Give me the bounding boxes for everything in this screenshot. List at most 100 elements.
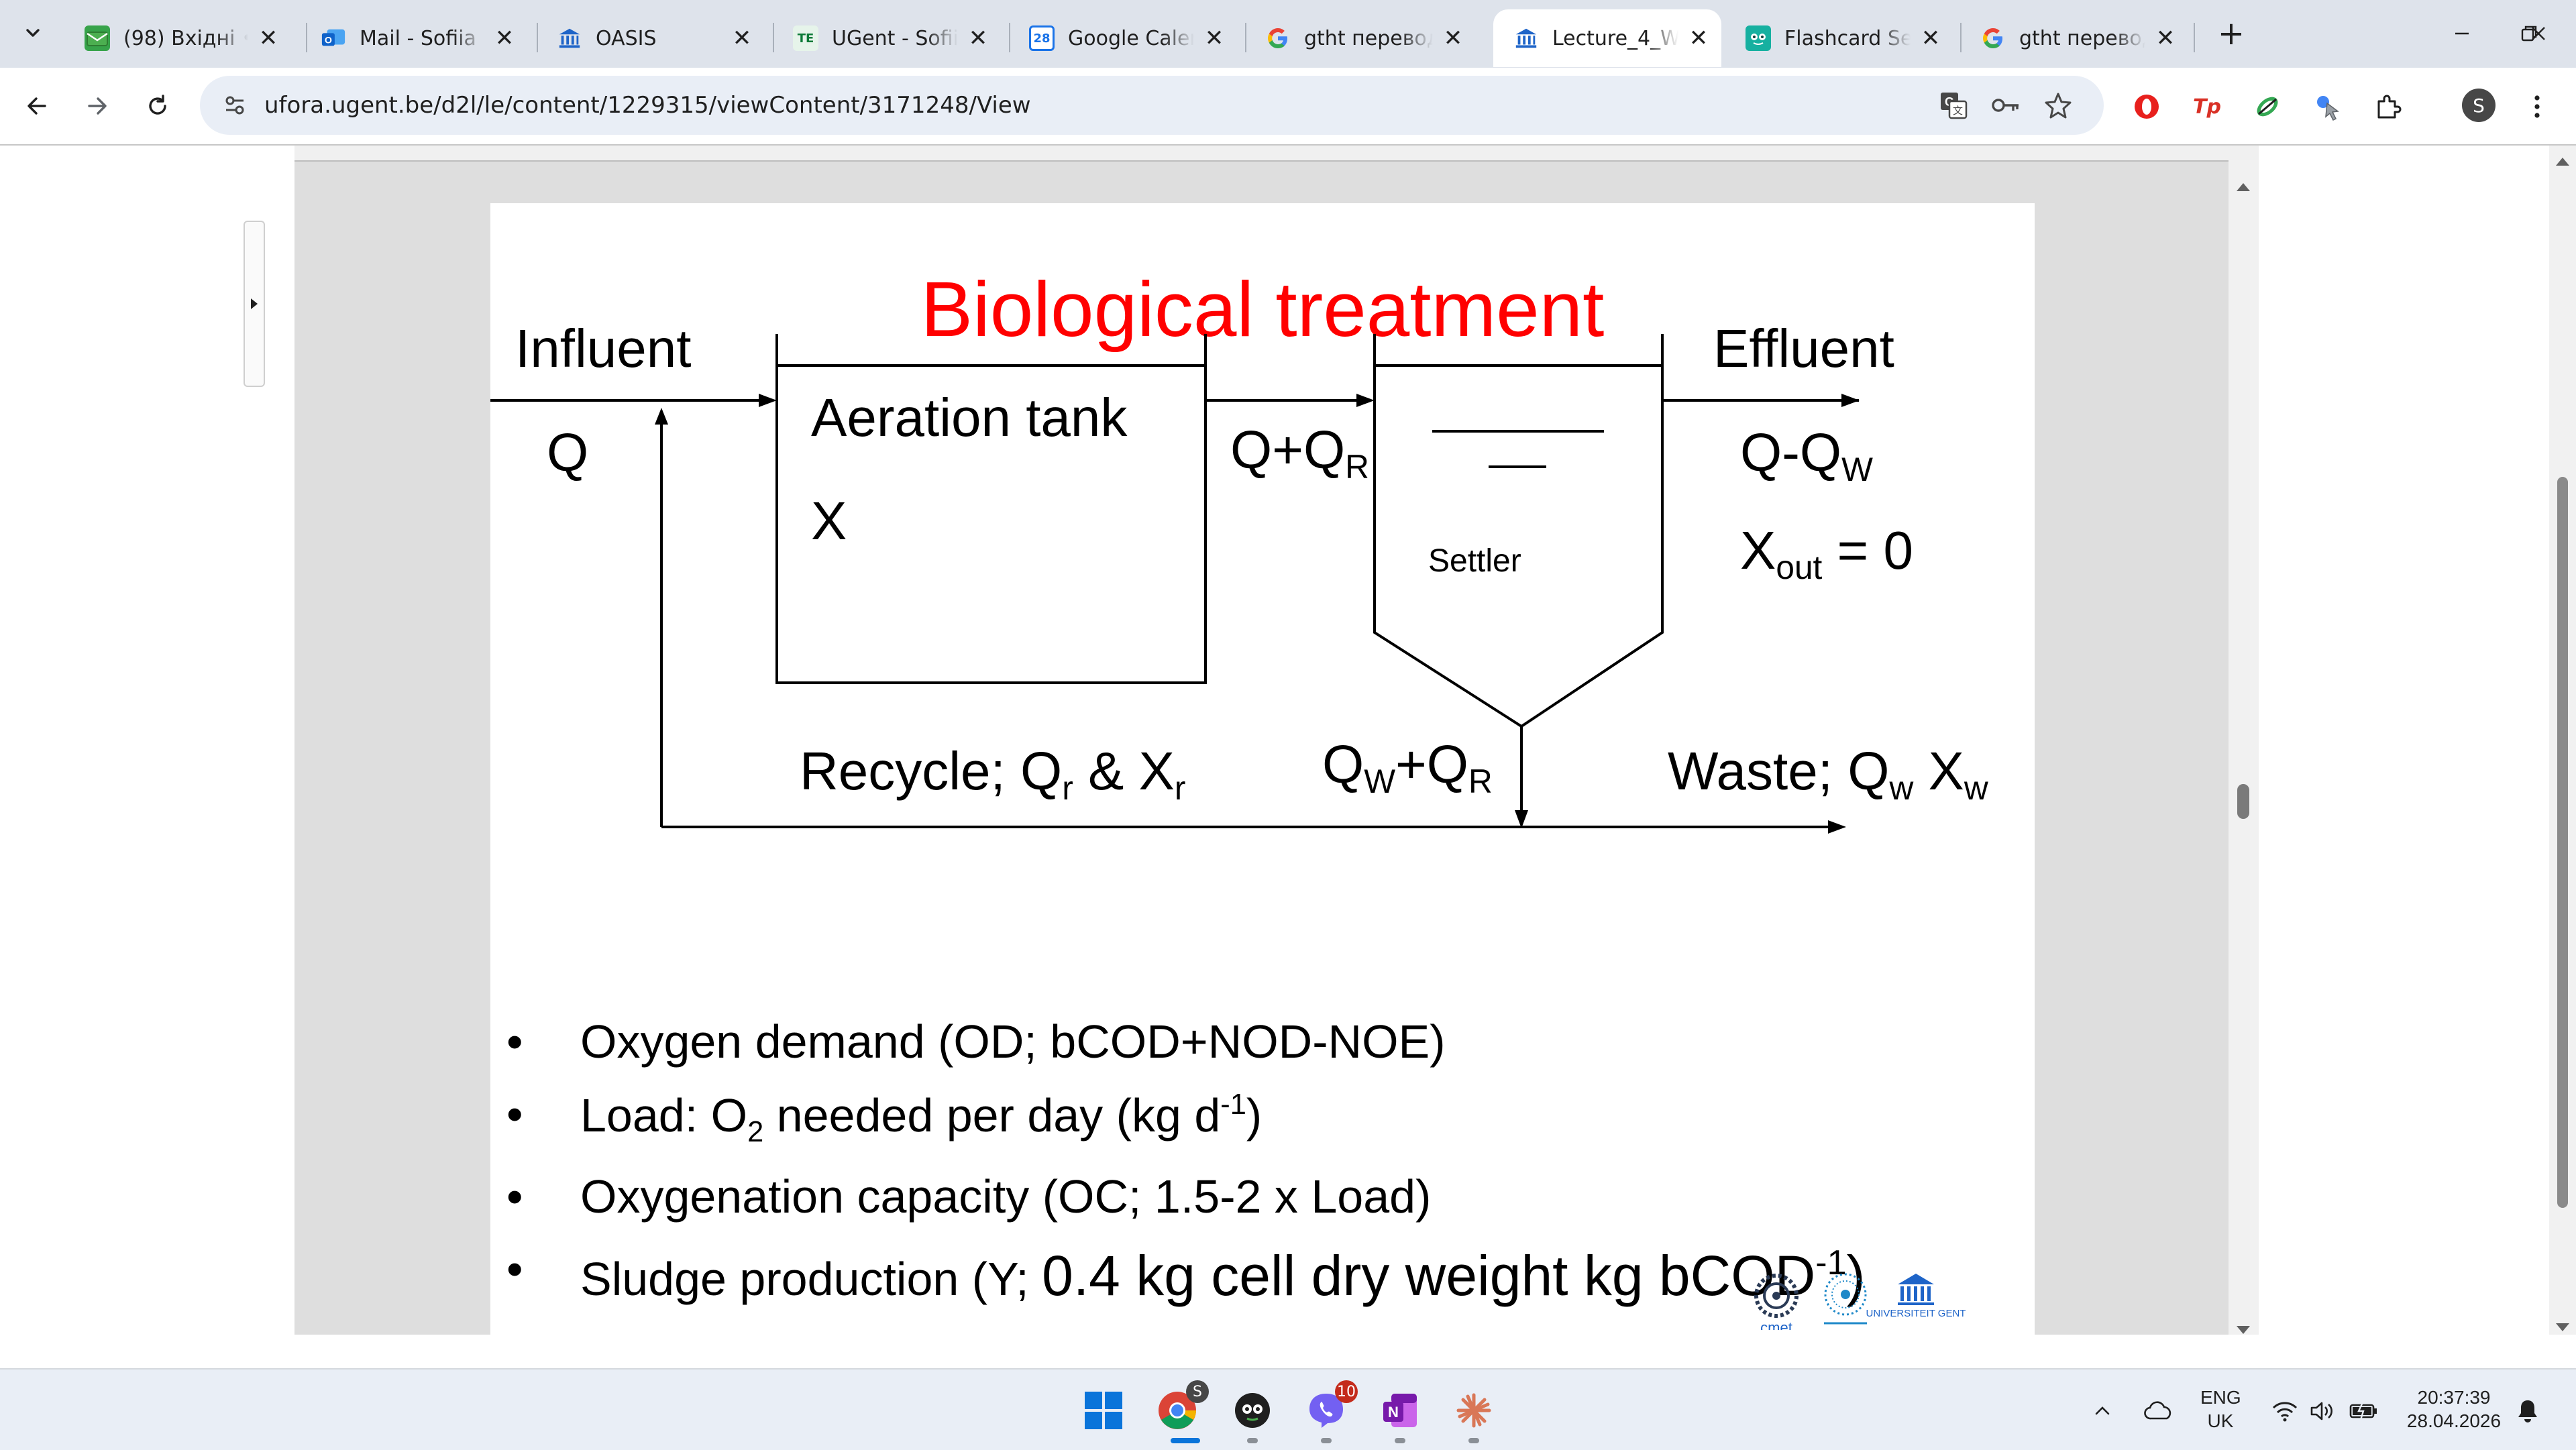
page-scrollbar[interactable]: [2549, 146, 2576, 1335]
google-icon: [1980, 25, 2006, 51]
arrow-right-icon: [88, 97, 107, 115]
q-minus-qw-label: Q-QW: [1740, 423, 1873, 488]
sparkle-app-icon: [1456, 1393, 1491, 1428]
wifi-icon[interactable]: [2270, 1398, 2300, 1425]
scroll-thumb: [2237, 784, 2249, 819]
opera-extension-icon[interactable]: [2128, 88, 2165, 125]
svg-text:O: O: [325, 36, 332, 46]
chevron-up-icon: [2095, 1406, 2110, 1415]
scroll-down-arrow-icon: [2556, 1323, 2569, 1331]
browser-tab[interactable]: TE UGent - Sofiia ✕: [773, 9, 1001, 67]
effluent-label: Effluent: [1713, 319, 1894, 378]
arrow-head: [1515, 810, 1528, 828]
close-icon[interactable]: ✕: [254, 23, 283, 53]
back-button[interactable]: [17, 87, 56, 125]
arrow-head: [1841, 394, 1860, 407]
scroll-down-arrow-icon: [2237, 1326, 2250, 1334]
bookmark-star-icon[interactable]: [2041, 88, 2076, 123]
battery-icon[interactable]: [2349, 1398, 2379, 1425]
browser-tab-active[interactable]: Lecture_4_WV ✕: [1493, 9, 1721, 67]
close-icon[interactable]: ✕: [963, 23, 993, 53]
taskbar-claude[interactable]: [1450, 1387, 1497, 1434]
browser-tab[interactable]: (98) Вхідні • s ✕: [64, 9, 291, 67]
site-info-icon[interactable]: [217, 88, 252, 123]
new-tab-button[interactable]: +: [2211, 13, 2251, 54]
close-icon[interactable]: ✕: [490, 23, 519, 53]
app-indicator: [1247, 1438, 1258, 1443]
more-vertical-icon: [2534, 95, 2540, 118]
taskbar-viber[interactable]: 10: [1303, 1380, 1358, 1434]
sidebar-toggle[interactable]: [244, 221, 265, 387]
pdf-scrollbar[interactable]: [2229, 160, 2259, 1335]
profile-avatar[interactable]: S: [2462, 89, 2496, 122]
windows-taskbar: S 10 N ENG UK 20:37:39 28.04.2026: [0, 1368, 2576, 1450]
close-icon[interactable]: ✕: [1684, 23, 1713, 53]
cursor-extension-icon[interactable]: [2309, 88, 2347, 125]
close-icon[interactable]: ✕: [2151, 23, 2180, 53]
browser-tab[interactable]: Flashcard Set ✕: [1725, 9, 1953, 67]
extensions-puzzle-icon[interactable]: [2369, 88, 2407, 125]
pdf-toolbar-remnant: [294, 146, 2259, 162]
tab-title: Flashcard Set: [1784, 26, 1911, 50]
app-indicator: [1468, 1438, 1479, 1443]
show-hidden-icons-button[interactable]: [2088, 1398, 2117, 1425]
close-icon[interactable]: ✕: [1438, 23, 1468, 53]
clock-time: 20:37:39: [2417, 1387, 2491, 1408]
clock[interactable]: 20:37:39 28.04.2026: [2394, 1386, 2514, 1433]
close-icon[interactable]: ✕: [1916, 23, 1945, 53]
notifications-bell-icon[interactable]: [2513, 1398, 2542, 1425]
cmet-logo-text: cmet: [1760, 1319, 1792, 1330]
browser-menu-button[interactable]: [2518, 88, 2556, 125]
onedrive-icon[interactable]: [2144, 1398, 2174, 1425]
tab-search-button[interactable]: [15, 15, 51, 51]
te-icon: TE: [793, 25, 818, 51]
chain-extension-icon[interactable]: [2249, 88, 2286, 125]
browser-tab[interactable]: gtht перевод ✕: [1960, 9, 2188, 67]
browser-tab[interactable]: 28 Google Calen ✕: [1009, 9, 1237, 67]
browser-tab[interactable]: O Mail - Sofiia B ✕: [301, 9, 527, 67]
tab-title: Lecture_4_WV: [1552, 26, 1678, 50]
reload-button[interactable]: [138, 87, 177, 125]
influent-label: Influent: [515, 319, 692, 378]
url-text[interactable]: ufora.ugent.be/d2l/le/content/1229315/vi…: [264, 76, 1031, 135]
biomass-x-label: X: [811, 491, 847, 551]
mail-envelope-icon: [85, 25, 110, 51]
scroll-up-arrow-icon: [2556, 158, 2569, 166]
volume-icon[interactable]: [2308, 1398, 2337, 1425]
scroll-up-arrow-icon: [2237, 183, 2250, 191]
password-key-icon[interactable]: [1988, 88, 2023, 123]
flashcard-icon: [1746, 25, 1771, 51]
university-icon: [1513, 25, 1539, 51]
tab-title: OASIS: [596, 26, 657, 50]
taskbar-onenote[interactable]: N: [1377, 1387, 1424, 1434]
arrow-head: [759, 394, 777, 407]
close-window-button[interactable]: [2494, 0, 2576, 67]
browser-tab[interactable]: OASIS ✕: [537, 9, 765, 67]
reload-icon: [149, 95, 166, 115]
outlook-icon: O: [321, 25, 346, 51]
address-bar[interactable]: ufora.ugent.be/d2l/le/content/1229315/vi…: [200, 76, 2104, 135]
input-language-indicator[interactable]: ENG UK: [2200, 1386, 2241, 1433]
start-button[interactable]: [1080, 1387, 1127, 1434]
forward-button[interactable]: [78, 87, 117, 125]
chevron-down-icon: [26, 29, 40, 37]
close-icon[interactable]: ✕: [1199, 23, 1229, 53]
arrow-head: [1828, 820, 1846, 834]
calendar-icon: 28: [1029, 25, 1055, 51]
clock-date: 28.04.2026: [2406, 1410, 2502, 1431]
emblem-logo-icon: [1824, 1273, 1867, 1325]
svg-text:N: N: [1388, 1404, 1399, 1420]
qw-plus-qr-label: QW+QR: [1322, 734, 1493, 800]
taskbar-app-owl[interactable]: [1229, 1387, 1276, 1434]
translate-icon[interactable]: G文: [1936, 88, 1971, 123]
close-icon[interactable]: ✕: [727, 23, 757, 53]
lecture-slide: Biological treatment Influent Q Aeration…: [490, 203, 2035, 1335]
browser-tab[interactable]: gtht перевод ✕: [1245, 9, 1476, 67]
caret-right-icon: [251, 298, 258, 309]
app-indicator: [1321, 1438, 1332, 1443]
svg-text:文: 文: [1953, 105, 1963, 117]
google-icon: [1265, 25, 1291, 51]
page-content: Biological treatment Influent Q Aeration…: [0, 146, 2576, 1335]
taskbar-chrome[interactable]: S: [1154, 1380, 1209, 1434]
tp-extension-icon[interactable]: Tp: [2188, 88, 2226, 125]
